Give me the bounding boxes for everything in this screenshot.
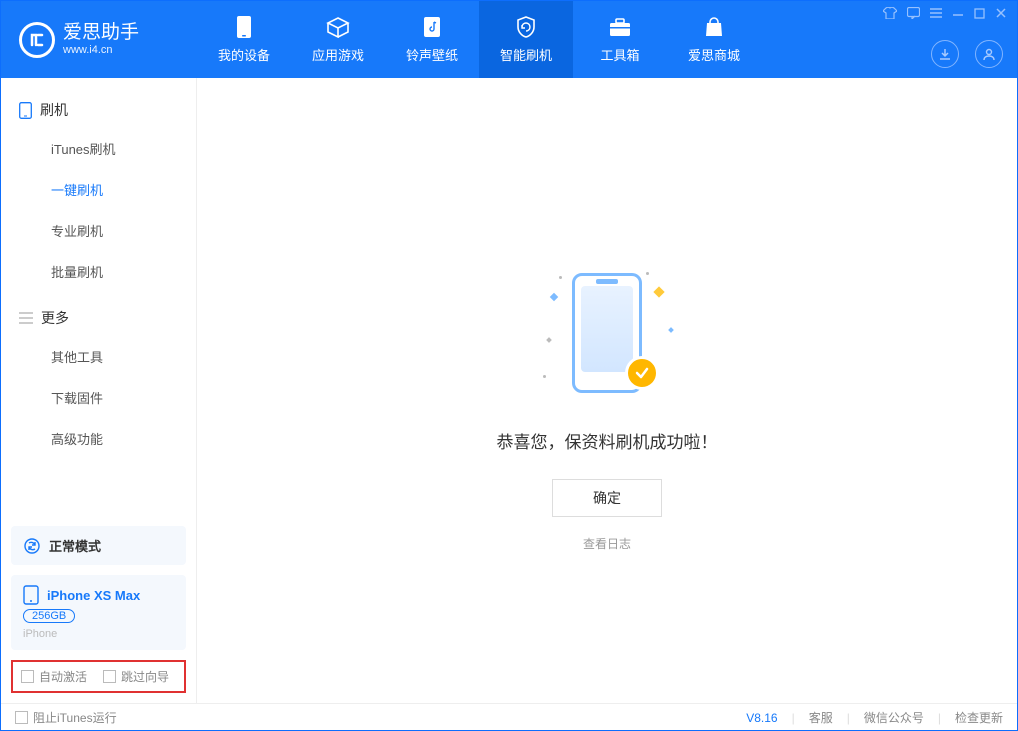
header-actions: [931, 40, 1003, 68]
minimize-button[interactable]: [952, 7, 964, 19]
success-check-icon: [625, 356, 659, 390]
phone-icon: [232, 15, 256, 39]
nav-label: 应用游戏: [312, 45, 364, 64]
view-log-link[interactable]: 查看日志: [583, 535, 631, 552]
main-content: 恭喜您，保资料刷机成功啦！ 确定 查看日志: [197, 78, 1017, 703]
checkbox-label: 阻止iTunes运行: [33, 709, 117, 726]
sidebar-item-batch-flash[interactable]: 批量刷机: [1, 251, 196, 292]
device-phone-icon: [23, 585, 39, 605]
nav-my-device[interactable]: 我的设备: [197, 1, 291, 78]
block-itunes-checkbox[interactable]: 阻止iTunes运行: [15, 709, 117, 726]
mode-label: 正常模式: [49, 536, 101, 555]
sidebar-item-download-firmware[interactable]: 下载固件: [1, 377, 196, 418]
feedback-icon[interactable]: [907, 7, 920, 19]
device-card[interactable]: iPhone XS Max 256GB iPhone: [11, 575, 186, 650]
main-nav: 我的设备 应用游戏 铃声壁纸 智能刷机 工具箱 爱思商城: [197, 1, 761, 78]
mode-card[interactable]: 正常模式: [11, 526, 186, 565]
bag-icon: [702, 15, 726, 39]
download-button[interactable]: [931, 40, 959, 68]
app-title: 爱思助手: [63, 23, 139, 44]
nav-label: 工具箱: [600, 45, 639, 64]
nav-toolbox[interactable]: 工具箱: [573, 1, 667, 78]
app-logo-icon: [19, 22, 55, 58]
window-controls: [883, 7, 1007, 19]
refresh-icon: [23, 537, 41, 555]
shield-refresh-icon: [514, 15, 538, 39]
sidebar: 刷机 iTunes刷机 一键刷机 专业刷机 批量刷机 更多 其他工具 下载固件 …: [1, 78, 197, 703]
success-message: 恭喜您，保资料刷机成功啦！: [497, 428, 718, 453]
options-highlight: 自动激活 跳过向导: [11, 660, 186, 693]
sidebar-item-advanced[interactable]: 高级功能: [1, 418, 196, 459]
nav-label: 爱思商城: [688, 45, 740, 64]
customer-service-link[interactable]: 客服: [809, 709, 833, 726]
sidebar-item-itunes-flash[interactable]: iTunes刷机: [1, 128, 196, 169]
success-illustration: [547, 268, 667, 408]
device-storage-badge: 256GB: [23, 609, 75, 623]
check-update-link[interactable]: 检查更新: [955, 709, 1003, 726]
device-name: iPhone XS Max: [47, 588, 140, 603]
nav-apps-games[interactable]: 应用游戏: [291, 1, 385, 78]
music-file-icon: [420, 15, 444, 39]
nav-ringtone-wallpaper[interactable]: 铃声壁纸: [385, 1, 479, 78]
nav-store[interactable]: 爱思商城: [667, 1, 761, 78]
titlebar: 爱思助手 www.i4.cn 我的设备 应用游戏 铃声壁纸 智能刷机 工具箱 爱…: [1, 1, 1017, 78]
sidebar-item-oneclick-flash[interactable]: 一键刷机: [1, 169, 196, 210]
nav-label: 铃声壁纸: [406, 45, 458, 64]
checkbox-label: 自动激活: [39, 668, 87, 685]
nav-smart-flash[interactable]: 智能刷机: [479, 1, 573, 78]
menu-icon[interactable]: [930, 8, 942, 18]
maximize-button[interactable]: [974, 8, 985, 19]
checkbox-label: 跳过向导: [121, 668, 169, 685]
auto-activate-checkbox[interactable]: 自动激活: [21, 668, 87, 685]
phone-outline-icon: [19, 102, 32, 119]
ok-button[interactable]: 确定: [552, 479, 662, 517]
wechat-link[interactable]: 微信公众号: [864, 709, 924, 726]
sidebar-item-pro-flash[interactable]: 专业刷机: [1, 210, 196, 251]
skip-guide-checkbox[interactable]: 跳过向导: [103, 668, 169, 685]
version-label: V8.16: [746, 711, 777, 725]
sidebar-group-flash: 刷机: [1, 92, 196, 128]
close-button[interactable]: [995, 7, 1007, 19]
sidebar-group-label: 更多: [41, 308, 69, 328]
toolbox-icon: [608, 15, 632, 39]
list-icon: [19, 312, 33, 324]
device-type: iPhone: [23, 628, 174, 640]
checkbox-icon: [21, 670, 34, 683]
statusbar: 阻止iTunes运行 V8.16 | 客服 | 微信公众号 | 检查更新: [1, 703, 1017, 731]
cube-icon: [326, 15, 350, 39]
logo-area: 爱思助手 www.i4.cn: [1, 22, 197, 58]
nav-label: 智能刷机: [500, 45, 552, 64]
user-button[interactable]: [975, 40, 1003, 68]
app-subtitle: www.i4.cn: [63, 44, 139, 56]
sidebar-item-other-tools[interactable]: 其他工具: [1, 336, 196, 377]
sidebar-group-label: 刷机: [40, 100, 68, 120]
checkbox-icon: [15, 711, 28, 724]
checkbox-icon: [103, 670, 116, 683]
tshirt-icon[interactable]: [883, 7, 897, 19]
sidebar-group-more: 更多: [1, 300, 196, 336]
nav-label: 我的设备: [218, 45, 270, 64]
